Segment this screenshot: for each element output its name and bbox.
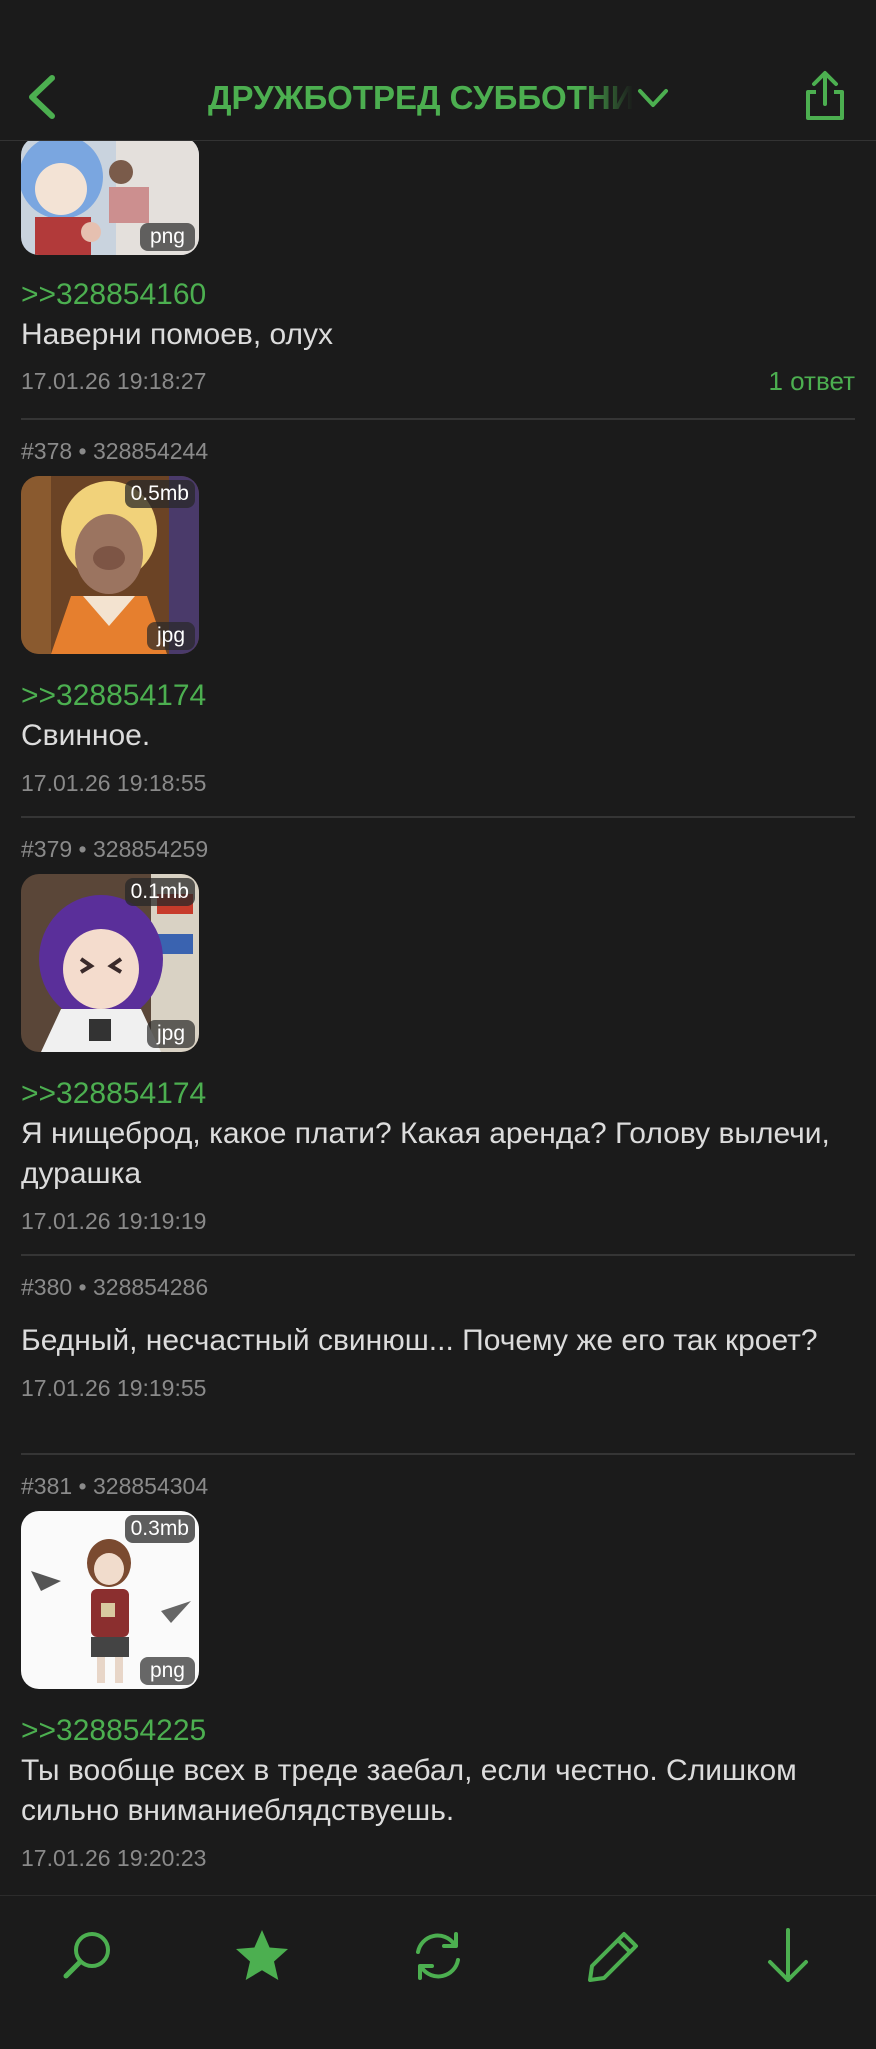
reply-link[interactable]: >>328854160 [21, 275, 855, 315]
post-text: Свинное. [21, 719, 151, 752]
reply-link[interactable]: >>328854225 [21, 1711, 855, 1751]
reply-link[interactable]: >>328854174 [21, 1074, 855, 1114]
search-button[interactable] [58, 1926, 118, 1986]
post: #381 • 328854304 0.3mb png >>328854225 Т… [21, 1468, 855, 1876]
thread-title-dropdown[interactable]: ДРУЖБОТРЕД СУББОТНИЙ [208, 70, 678, 126]
file-size-badge: 0.5mb [124, 480, 195, 508]
post-text: Наверни помоев, олух [21, 318, 334, 351]
divider [21, 816, 855, 818]
refresh-icon [416, 1932, 460, 1980]
post-meta: #378 • 328854244 [21, 438, 209, 464]
divider [21, 1453, 855, 1455]
post: #378 • 328854244 0.5mb jpg >>328854174 С… [21, 433, 855, 801]
compose-button[interactable] [584, 1926, 644, 1986]
share-icon [806, 71, 844, 120]
file-type-badge: png [139, 223, 195, 251]
chevron-left-icon [29, 75, 55, 119]
bottom-toolbar [0, 1895, 876, 2049]
divider [21, 418, 855, 420]
top-bar: ДРУЖБОТРЕД СУББОТНИЙ [0, 0, 876, 141]
post-text: Я нищеброд, какое плати? Какая аренда? Г… [21, 1117, 830, 1190]
post-date: 17.01.26 19:20:23 [21, 1845, 207, 1871]
post-thumbnail[interactable]: 0.5mb jpg [21, 476, 199, 654]
post-date: 17.01.26 19:19:55 [21, 1375, 207, 1401]
pencil-icon [588, 1932, 638, 1982]
file-type-badge: png [139, 1657, 195, 1685]
scroll-bottom-button[interactable] [758, 1926, 818, 1986]
post-date: 17.01.26 19:19:19 [21, 1208, 207, 1234]
post-date: 17.01.26 19:18:27 1 ответ [21, 363, 855, 399]
favorite-button[interactable] [232, 1926, 292, 1986]
file-size-badge: 0.3mb [124, 1515, 195, 1543]
refresh-button[interactable] [408, 1926, 468, 1986]
replies-link[interactable]: 1 ответ [768, 363, 855, 399]
file-type-badge: jpg [146, 1020, 195, 1048]
back-button[interactable] [22, 72, 62, 122]
post-thumbnail[interactable]: png [21, 137, 199, 255]
post: #380 • 328854286 Бедный, несчастный свин… [21, 1269, 855, 1406]
post-date: 17.01.26 19:18:55 [21, 770, 207, 796]
post-meta: #381 • 328854304 [21, 1473, 209, 1499]
thread-title: ДРУЖБОТРЕД СУББОТНИЙ [208, 79, 633, 116]
search-icon [63, 1932, 110, 1979]
post: #379 • 328854259 0.1mb jpg >>328854174 Я… [21, 831, 855, 1239]
post-text: Ты вообще всех в треде заебал, если чест… [21, 1754, 797, 1827]
reply-link[interactable]: >>328854174 [21, 676, 855, 716]
post-meta: #380 • 328854286 [21, 1274, 209, 1300]
share-button[interactable] [800, 68, 850, 124]
post-thumbnail[interactable]: 0.1mb jpg [21, 874, 199, 1052]
post-thumbnail[interactable]: 0.3mb png [21, 1511, 199, 1689]
file-size-badge: 0.1mb [124, 878, 195, 906]
post-meta: #379 • 328854259 [21, 836, 209, 862]
file-type-badge: jpg [146, 622, 195, 650]
arrow-down-icon [768, 1928, 808, 1982]
chevron-down-icon [638, 89, 668, 107]
post-feed[interactable]: png >>328854160 Наверни помоев, олух 17.… [0, 0, 876, 1895]
post: png >>328854160 Наверни помоев, олух 17.… [21, 137, 855, 399]
divider [21, 1254, 855, 1256]
post-date-text: 17.01.26 19:18:27 [21, 368, 207, 394]
post-text: Бедный, несчастный свинюш... Почему же е… [21, 1324, 818, 1357]
star-icon [236, 1930, 288, 1980]
